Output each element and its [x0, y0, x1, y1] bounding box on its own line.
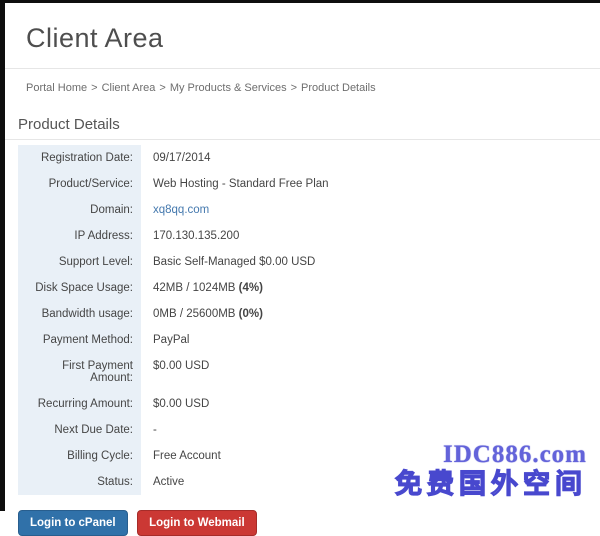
row-label: Disk Space Usage:: [18, 275, 141, 301]
usage-percent: (4%): [239, 282, 263, 294]
row-label: Payment Method:: [18, 327, 141, 353]
row-label: IP Address:: [18, 223, 141, 249]
row-value: Web Hosting - Standard Free Plan: [141, 171, 329, 197]
breadcrumb-separator: >: [287, 82, 301, 94]
row-value: 170.130.135.200: [141, 223, 239, 249]
row-label: Bandwidth usage:: [18, 301, 141, 327]
table-row: Billing Cycle:Free Account: [18, 443, 593, 469]
row-value: 0MB / 25600MB (0%): [141, 301, 263, 327]
login-cpanel-button[interactable]: Login to cPanel: [18, 510, 128, 536]
table-row: Recurring Amount:$0.00 USD: [18, 391, 593, 417]
table-row: Support Level:Basic Self-Managed $0.00 U…: [18, 249, 593, 275]
section-title: Product Details: [5, 106, 600, 139]
table-row: Payment Method:PayPal: [18, 327, 593, 353]
row-value: $0.00 USD: [141, 391, 209, 417]
row-label: Recurring Amount:: [18, 391, 141, 417]
client-area-page: Client Area Portal Home>Client Area>My P…: [0, 0, 600, 511]
page-title: Client Area: [5, 3, 600, 68]
row-value: xq8qq.com: [141, 197, 209, 223]
breadcrumb-separator: >: [155, 82, 169, 94]
domain-link[interactable]: xq8qq.com: [153, 204, 209, 216]
row-value: Active: [141, 469, 184, 495]
breadcrumb-item: Product Details: [301, 82, 376, 94]
breadcrumb-separator: >: [87, 82, 101, 94]
divider-section: [5, 139, 600, 140]
row-label: Registration Date:: [18, 145, 141, 171]
usage-percent: (0%): [239, 308, 263, 320]
row-label: Billing Cycle:: [18, 443, 141, 469]
row-label: Status:: [18, 469, 141, 495]
row-value: -: [141, 417, 157, 443]
row-label: Support Level:: [18, 249, 141, 275]
row-value: 09/17/2014: [141, 145, 211, 171]
action-buttons: Login to cPanel Login to Webmail: [18, 510, 600, 536]
breadcrumb-item[interactable]: Client Area: [102, 82, 156, 94]
table-row: First Payment Amount:$0.00 USD: [18, 353, 593, 391]
table-row: Status:Active: [18, 469, 593, 495]
table-row: IP Address:170.130.135.200: [18, 223, 593, 249]
row-value: $0.00 USD: [141, 353, 209, 391]
row-value: 42MB / 1024MB (4%): [141, 275, 263, 301]
breadcrumb: Portal Home>Client Area>My Products & Se…: [5, 69, 600, 106]
table-row: Next Due Date:-: [18, 417, 593, 443]
table-row: Domain: xq8qq.com: [18, 197, 593, 223]
row-label: First Payment Amount:: [18, 353, 141, 391]
row-value: PayPal: [141, 327, 189, 353]
login-webmail-button[interactable]: Login to Webmail: [137, 510, 257, 536]
row-label: Product/Service:: [18, 171, 141, 197]
product-details-table: Registration Date:09/17/2014Product/Serv…: [18, 145, 593, 495]
row-value: Basic Self-Managed $0.00 USD: [141, 249, 315, 275]
row-label: Next Due Date:: [18, 417, 141, 443]
table-row: Product/Service:Web Hosting - Standard F…: [18, 171, 593, 197]
row-label: Domain:: [18, 197, 141, 223]
breadcrumb-item[interactable]: My Products & Services: [170, 82, 287, 94]
table-row: Disk Space Usage:42MB / 1024MB (4%): [18, 275, 593, 301]
row-value: Free Account: [141, 443, 221, 469]
breadcrumb-item[interactable]: Portal Home: [26, 82, 87, 94]
table-row: Bandwidth usage:0MB / 25600MB (0%): [18, 301, 593, 327]
table-row: Registration Date:09/17/2014: [18, 145, 593, 171]
